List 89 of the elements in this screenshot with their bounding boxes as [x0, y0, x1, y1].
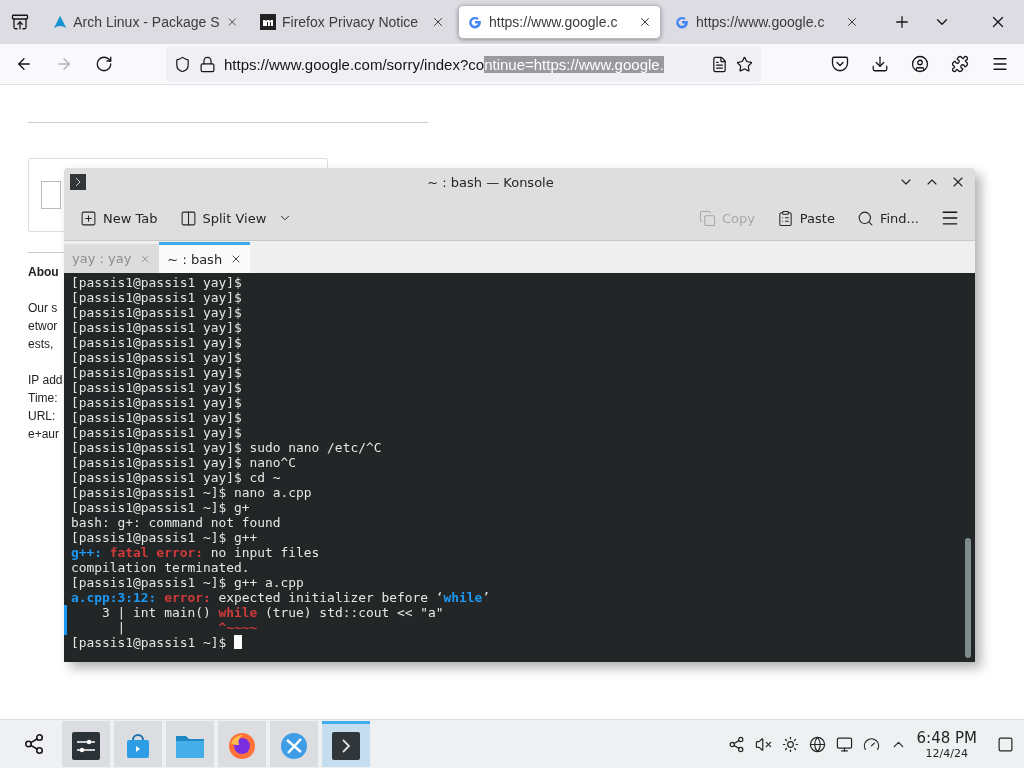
page-text: ests, — [28, 336, 54, 353]
network-icon[interactable] — [727, 735, 745, 753]
terminal-line: [passis1@passis1 ~]$ g+ — [70, 500, 251, 515]
google-logo-icon — [674, 14, 690, 30]
page-text: Time: — [28, 390, 58, 407]
terminal-line: [passis1@passis1 yay]$ — [70, 335, 243, 350]
page-text: etwor — [28, 318, 58, 335]
page-text: URL: — [28, 408, 56, 425]
muted-volume-icon[interactable] — [754, 735, 772, 753]
terminal-line: [passis1@passis1 yay]$ — [70, 395, 243, 410]
taskbar-app[interactable] — [62, 721, 110, 767]
paste-button[interactable]: Paste — [772, 205, 839, 231]
brightness-icon[interactable] — [781, 735, 799, 753]
terminal-line: [passis1@passis1 yay]$ — [70, 365, 243, 380]
page-text: e+aur — [28, 426, 60, 443]
taskbar-app[interactable] — [218, 721, 266, 767]
terminal-line: bash: g+: command not found — [70, 515, 282, 530]
launcher-icon — [23, 733, 45, 755]
terminal-line: [passis1@passis1 ~]$ g++ a.cpp — [70, 575, 305, 590]
split-view-button[interactable]: Split View — [175, 205, 297, 231]
reader-view-icon[interactable] — [711, 55, 728, 73]
arch-logo-icon — [53, 14, 68, 30]
clipboard-icon — [776, 209, 794, 227]
terminal-line: [passis1@passis1 ~]$ nano a.cpp — [70, 485, 313, 500]
search-icon — [856, 209, 874, 227]
shopping-bag-icon — [124, 731, 152, 760]
terminal-line: [passis1@passis1 yay]$ — [70, 275, 243, 290]
new-tab-button[interactable]: New Tab — [76, 205, 162, 231]
terminal-line: [passis1@passis1 ~]$ g++ — [70, 530, 259, 545]
terminal-line: [passis1@passis1 yay]$ — [70, 380, 243, 395]
terminal-line: a.cpp:3:12: error: expected initializer before ‘while’ — [70, 590, 492, 605]
close-icon[interactable] — [638, 15, 652, 29]
browser-tab[interactable]: Firefox Privacy Notice — [251, 5, 454, 39]
text-cursor — [234, 635, 242, 649]
terminal-line: 3 | int main() while (true) std::cout << "a" — [64, 605, 961, 620]
new-tab-icon — [80, 209, 97, 227]
browser-tab[interactable]: Arch Linux - Package S — [44, 5, 247, 39]
terminal-line: g++: fatal error: no input files — [70, 545, 321, 560]
terminal-line: compilation terminated. — [70, 560, 251, 575]
reload-icon — [95, 55, 113, 73]
browser-tab[interactable]: https://www.google.c — [665, 5, 868, 39]
page-heading: Abou — [28, 264, 59, 281]
scrollbar-thumb[interactable] — [965, 538, 971, 658]
globe-icon[interactable] — [808, 735, 826, 753]
globe-app-icon — [279, 730, 309, 761]
copy-icon — [698, 209, 716, 227]
close-icon[interactable] — [431, 15, 445, 29]
plus-icon — [893, 13, 911, 31]
input-field[interactable] — [41, 181, 61, 209]
find-button[interactable]: Find... — [852, 205, 923, 231]
terminal-tab[interactable]: ~ : bash — [159, 242, 251, 273]
terminal-line: [passis1@passis1 yay]$ — [70, 410, 243, 425]
terminal-line: [passis1@passis1 yay]$ — [70, 320, 243, 335]
shield-icon[interactable] — [174, 55, 191, 73]
address-bar[interactable]: https://www.google.com/sorry/index?continue=https://www.google. — [166, 46, 761, 82]
gauge-icon[interactable] — [862, 735, 880, 753]
terminal-line: [passis1@passis1 yay]$ sudo nano /etc/^C — [70, 440, 383, 455]
star-icon[interactable] — [736, 55, 753, 73]
taskbar-app[interactable] — [322, 721, 370, 767]
firefox-icon — [227, 730, 257, 761]
window-title: ~ : bash — Konsole — [426, 174, 555, 190]
terminal-line: [passis1@passis1 yay]$ cd ~ — [70, 470, 282, 485]
puzzle-icon — [951, 55, 969, 73]
split-view-icon — [179, 209, 197, 227]
browser-tab[interactable]: https://www.google.c — [458, 5, 661, 39]
terminal-icon — [332, 731, 360, 760]
download-icon — [871, 55, 889, 73]
mozilla-logo-icon — [260, 14, 276, 30]
clock[interactable]: 6:48 PM 12/4/24 — [916, 728, 977, 760]
menu-icon — [940, 208, 960, 228]
terminal-line: [passis1@passis1 yay]$ nano^C — [70, 455, 298, 470]
menu-icon — [991, 55, 1009, 73]
account-icon — [911, 55, 929, 73]
settings-app-icon — [72, 731, 100, 760]
terminal-line: [passis1@passis1 ~]$ — [64, 635, 961, 650]
terminal-line: [passis1@passis1 yay]$ — [70, 290, 243, 305]
terminal-line: [passis1@passis1 yay]$ — [70, 425, 243, 440]
terminal-app-icon[interactable] — [70, 174, 86, 190]
display-icon[interactable] — [835, 735, 853, 753]
close-icon[interactable] — [845, 15, 859, 29]
terminal-line: [passis1@passis1 yay]$ — [70, 350, 243, 365]
terminal-line: [passis1@passis1 yay]$ — [70, 305, 243, 320]
page-text: IP add — [28, 372, 63, 389]
page-text: Our s — [28, 300, 58, 317]
forward-arrow-icon — [55, 55, 73, 73]
lock-icon[interactable] — [199, 55, 216, 73]
pocket-icon — [831, 55, 849, 73]
google-logo-icon — [467, 14, 483, 30]
show-desktop-icon[interactable] — [997, 735, 1014, 753]
